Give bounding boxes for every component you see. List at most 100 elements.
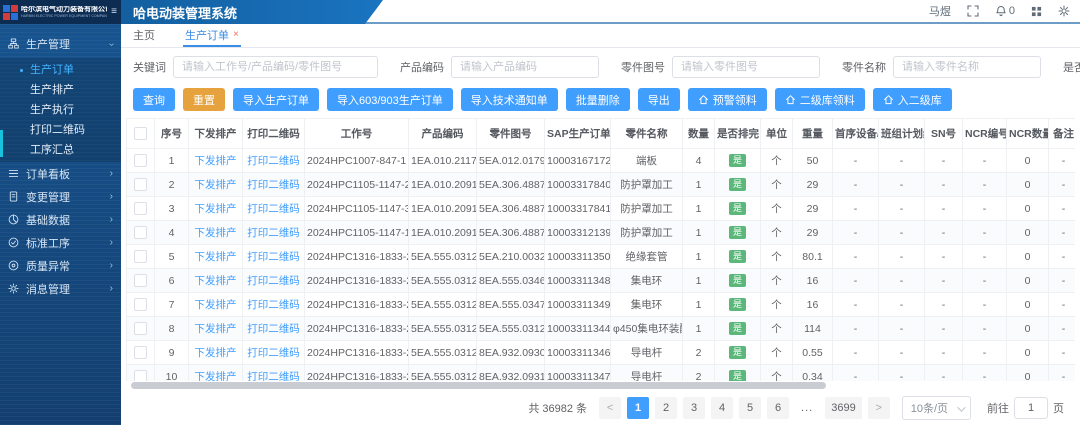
row-checkbox[interactable] [134,322,147,335]
col-header-qty: 数量 [683,119,715,149]
send-schedule-link[interactable]: 下发排产 [195,179,237,191]
user-name[interactable]: 马煜 [929,3,951,19]
batch-delete-button[interactable]: 批量删除 [566,88,630,111]
send-schedule-link[interactable]: 下发排产 [195,251,237,263]
page-button-2[interactable]: 2 [655,397,677,419]
cell-part-no: 5EA.306.4887 [477,197,545,221]
keyword-input[interactable] [173,56,378,78]
part-no-input[interactable] [672,56,820,78]
row-checkbox[interactable] [134,346,147,359]
cell-scheduled: 是 [715,365,761,382]
close-tab-icon[interactable]: × [233,29,239,40]
warning-pick-button[interactable]: 预警领料 [688,88,767,111]
cell-send: 下发排产 [189,341,243,365]
sidebar-subitem-print-qrcode[interactable]: 打印二维码 [0,120,121,140]
horizontal-scrollbar[interactable] [131,382,826,389]
cell-print: 打印二维码 [243,221,305,245]
send-schedule-link[interactable]: 下发排产 [195,323,237,335]
cell-qty: 1 [683,173,715,197]
print-qrcode-link[interactable]: 打印二维码 [247,227,300,239]
chevron-down-icon [957,403,965,411]
export-button[interactable]: 导出 [638,88,680,111]
print-qrcode-link[interactable]: 打印二维码 [247,203,300,215]
print-qrcode-link[interactable]: 打印二维码 [247,155,300,167]
cell-send: 下发排产 [189,293,243,317]
settings-gear-icon[interactable] [1058,5,1070,17]
page-size-select[interactable]: 10条/页 [902,396,971,420]
send-schedule-link[interactable]: 下发排产 [195,371,237,381]
cell-send: 下发排产 [189,149,243,173]
row-checkbox[interactable] [134,178,147,191]
company-subtitle: HARBIN ELECTRIC POWER EQUIPMENT COMPANY … [21,14,99,18]
cell-remark: - [1049,365,1076,382]
search-button[interactable]: 查询 [133,88,175,111]
product-code-input[interactable] [451,56,599,78]
print-qrcode-link[interactable]: 打印二维码 [247,371,300,381]
pagination-prev-button[interactable]: < [599,397,621,419]
part-no-label: 零件图号 [621,59,665,75]
notification-bell-icon[interactable]: 0 [995,5,1015,17]
goto-page-input[interactable] [1014,397,1048,419]
row-checkbox[interactable] [134,202,147,215]
sidebar-subitem-production-order[interactable]: 生产订单 [0,60,121,80]
part-name-input[interactable] [893,56,1041,78]
print-qrcode-link[interactable]: 打印二维码 [247,275,300,287]
tab-home[interactable]: 主页 [131,24,157,47]
row-checkbox[interactable] [134,226,147,239]
send-schedule-link[interactable]: 下发排产 [195,155,237,167]
cell-part-no: 8EA.555.0346 [477,269,545,293]
row-checkbox[interactable] [134,370,147,381]
import-tech-notice-button[interactable]: 导入技术通知单 [461,88,558,111]
cell-seq: 8 [155,317,189,341]
reset-button[interactable]: 重置 [183,88,225,111]
print-qrcode-link[interactable]: 打印二维码 [247,323,300,335]
send-schedule-link[interactable]: 下发排产 [195,227,237,239]
cell-ncr-qty: 0 [1007,221,1049,245]
send-schedule-link[interactable]: 下发排产 [195,203,237,215]
sidebar-subitem-production-scheduling[interactable]: 生产排产 [0,80,121,100]
print-qrcode-link[interactable]: 打印二维码 [247,251,300,263]
pagination-next-button[interactable]: > [868,397,890,419]
sidebar-subitem-production-execution[interactable]: 生产执行 [0,100,121,120]
page-button-4[interactable]: 4 [711,397,733,419]
pagination-ellipsis[interactable]: ... [795,397,819,419]
row-checkbox[interactable] [134,154,147,167]
send-schedule-link[interactable]: 下发排产 [195,347,237,359]
apps-grid-icon[interactable] [1031,6,1042,17]
page-button-3[interactable]: 3 [683,397,705,419]
row-checkbox[interactable] [134,274,147,287]
page-button-1[interactable]: 1 [627,397,649,419]
sidebar-item-standard-process[interactable]: 标准工序› [0,231,121,254]
secondary-store-pick-button[interactable]: 二级库领料 [775,88,865,111]
sidebar-item-base-data[interactable]: 基础数据› [0,208,121,231]
send-schedule-link[interactable]: 下发排产 [195,275,237,287]
cell-work-no: 2024HPC1105-1147-2 [305,173,409,197]
sidebar-item-message-management[interactable]: 消息管理› [0,277,121,300]
import-order-button[interactable]: 导入生产订单 [233,88,319,111]
tab-production-order[interactable]: 生产订单× [183,24,241,47]
row-checkbox[interactable] [134,298,147,311]
sidebar-item-change-management[interactable]: 变更管理› [0,185,121,208]
sidebar-item-production-management[interactable]: 生产管理› [0,30,121,58]
cell-select [127,197,155,221]
into-secondary-store-button[interactable]: 入二级库 [873,88,952,111]
chevron-right-icon: › [110,237,113,248]
sidebar-item-quality-exception[interactable]: 质量异常› [0,254,121,277]
collapse-menu-icon[interactable]: ≡ [110,7,118,17]
print-qrcode-link[interactable]: 打印二维码 [247,347,300,359]
tab-bar: 主页 生产订单× [121,24,1080,48]
cell-product-code: 5EA.555.0312 [409,293,477,317]
row-checkbox[interactable] [134,250,147,263]
fullscreen-icon[interactable] [967,5,979,17]
send-schedule-link[interactable]: 下发排产 [195,299,237,311]
print-qrcode-link[interactable]: 打印二维码 [247,179,300,191]
cell-weight: 29 [793,221,833,245]
page-button-6[interactable]: 6 [767,397,789,419]
page-button-5[interactable]: 5 [739,397,761,419]
sidebar-subitem-process-summary[interactable]: 工序汇总 [0,140,121,160]
select-all-checkbox[interactable] [134,127,147,140]
page-button-3699[interactable]: 3699 [825,397,861,419]
print-qrcode-link[interactable]: 打印二维码 [247,299,300,311]
import-603-903-button[interactable]: 导入603/903生产订单 [327,88,453,111]
sidebar-item-order-board[interactable]: 订单看板› [0,162,121,185]
